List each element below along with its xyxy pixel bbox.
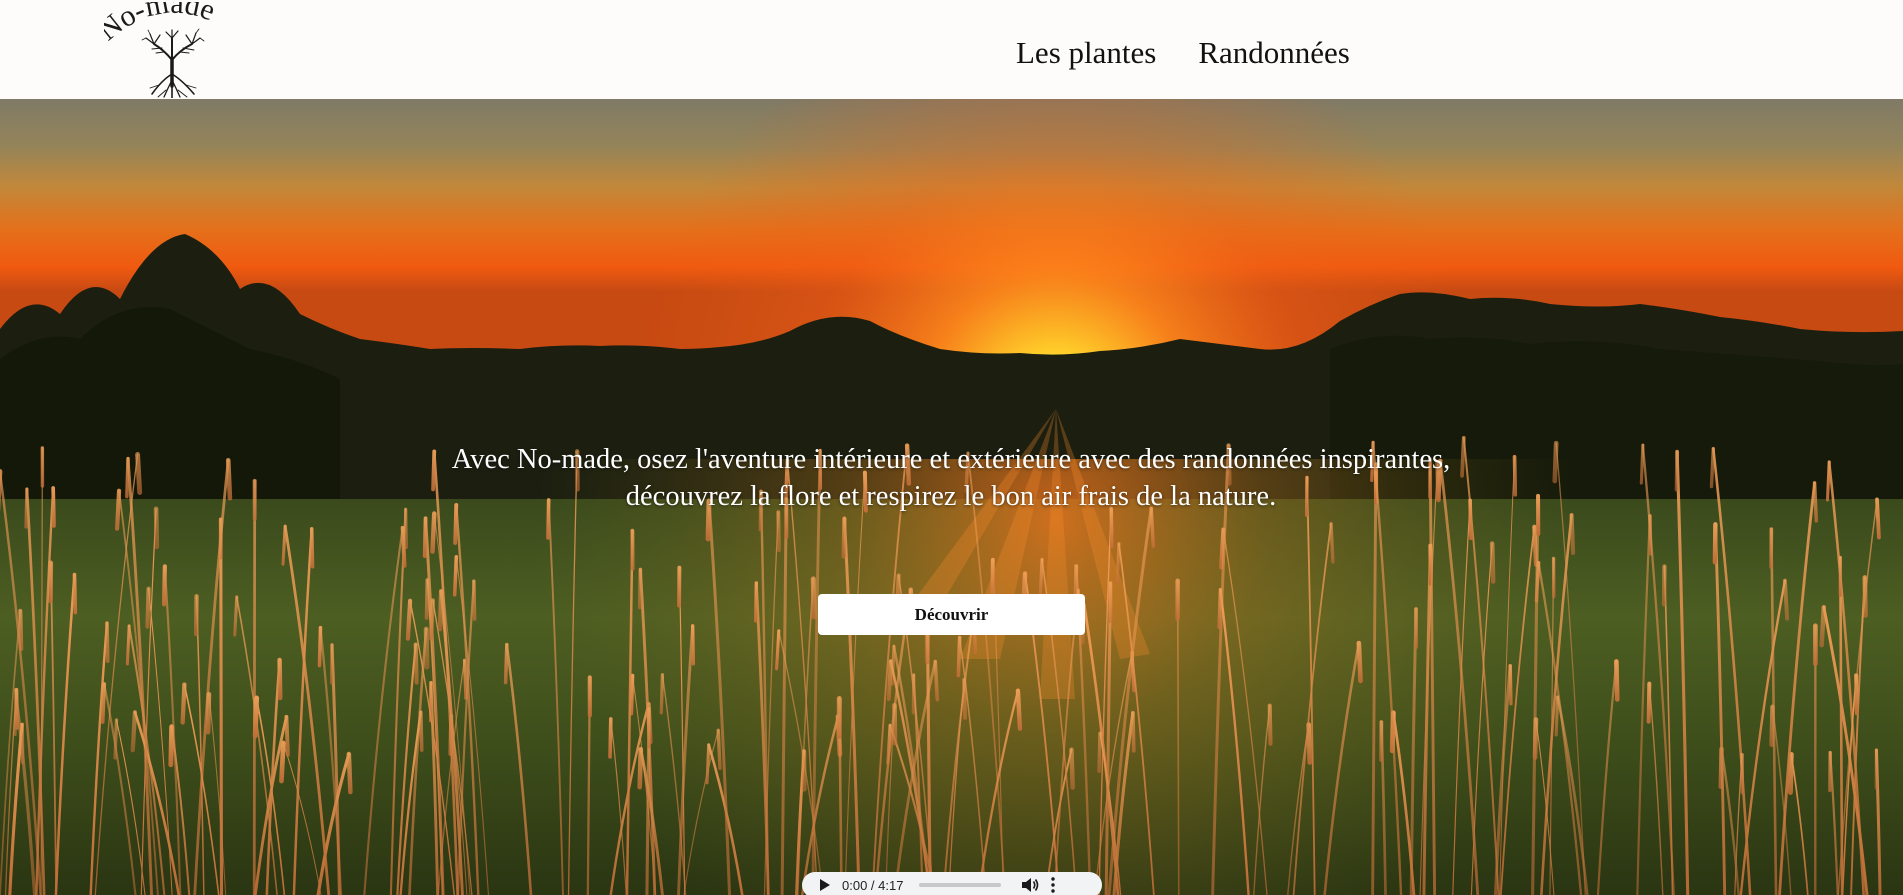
volume-icon[interactable] xyxy=(1021,877,1039,893)
logo[interactable]: No-made xyxy=(104,2,240,98)
hero-tagline-line-2: découvrez la flore et respirez le bon ai… xyxy=(625,481,1277,512)
hero-section: Avec No-made, osez l'aventure intérieure… xyxy=(0,99,1903,895)
audio-time: 0:00 / 4:17 xyxy=(842,877,904,893)
nav-link-les-plantes[interactable]: Les plantes xyxy=(1016,36,1156,70)
audio-player[interactable]: 0:00 / 4:17 xyxy=(802,872,1102,895)
more-options-icon[interactable] xyxy=(1051,877,1056,893)
nav-link-randonnees[interactable]: Randonnées xyxy=(1198,36,1350,70)
play-icon[interactable] xyxy=(820,879,830,891)
site-header: No-made xyxy=(0,0,1903,99)
hero-tagline-line-1: Avec No-made, osez l'aventure intérieure… xyxy=(451,444,1451,475)
main-nav: Les plantes Randonnées xyxy=(1016,36,1350,70)
logo-text: No-made xyxy=(104,2,219,47)
hero-tagline: Avec No-made, osez l'aventure intérieure… xyxy=(351,441,1551,515)
decouvrir-button[interactable]: Découvrir xyxy=(818,594,1085,635)
page: No-made xyxy=(0,0,1903,895)
audio-progress-bar[interactable] xyxy=(919,883,1002,887)
tree-icon xyxy=(141,28,205,98)
